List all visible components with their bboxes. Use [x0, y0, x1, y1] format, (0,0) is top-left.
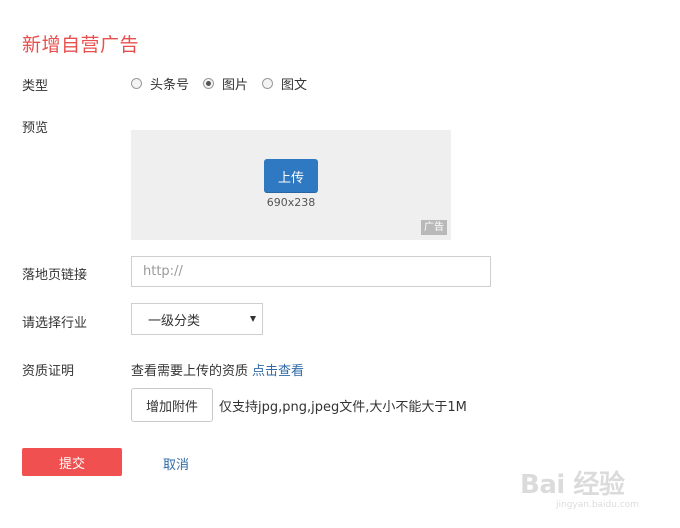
industry-label: 请选择行业: [22, 316, 88, 331]
radio-label: 图文: [281, 77, 308, 93]
industry-select[interactable]: 一级分类: [131, 303, 263, 335]
baidu-watermark: Bai 经验 jingyan.baidu.com: [520, 452, 670, 522]
radio-dot-selected[interactable]: [203, 77, 215, 89]
type-radio-group: 头条号 图片 图文: [131, 73, 321, 93]
view-qualification-link[interactable]: 点击查看: [252, 364, 304, 379]
radio-label: 头条号: [150, 77, 190, 93]
watermark-sub: jingyan.baidu.com: [556, 500, 640, 510]
qualification-label: 资质证明: [22, 364, 75, 379]
radio-dot[interactable]: [262, 77, 274, 89]
landing-url-input[interactable]: [131, 256, 491, 287]
qualification-text: 查看需要上传的资质 点击查看: [131, 360, 304, 379]
qualification-desc: 查看需要上传的资质: [131, 364, 249, 379]
radio-image[interactable]: 图片: [203, 74, 248, 93]
ad-badge: 广告: [421, 220, 447, 235]
type-label: 类型: [22, 79, 49, 94]
industry-select-value: 一级分类: [148, 313, 201, 329]
preview-label: 预览: [22, 121, 49, 136]
radio-label: 图片: [222, 77, 249, 93]
preview-size-text: 690x238: [266, 196, 316, 209]
radio-toutiao[interactable]: 头条号: [131, 74, 189, 93]
landing-url-label: 落地页链接: [22, 268, 88, 283]
cancel-link[interactable]: 取消: [163, 454, 189, 473]
submit-button[interactable]: 提交: [22, 448, 122, 476]
add-attachment-button[interactable]: 增加附件: [131, 388, 213, 422]
preview-area: 上传 690x238 广告: [131, 130, 451, 240]
dropdown-arrow-icon: [250, 316, 256, 322]
attachment-hint: 仅支持jpg,png,jpeg文件,大小不能大于1M: [219, 400, 467, 415]
upload-button[interactable]: 上传: [264, 159, 318, 193]
radio-image-text[interactable]: 图文: [262, 74, 307, 93]
watermark-text: Bai 经验: [520, 470, 625, 500]
page-title: 新增自营广告: [22, 34, 140, 56]
radio-dot[interactable]: [131, 77, 142, 89]
